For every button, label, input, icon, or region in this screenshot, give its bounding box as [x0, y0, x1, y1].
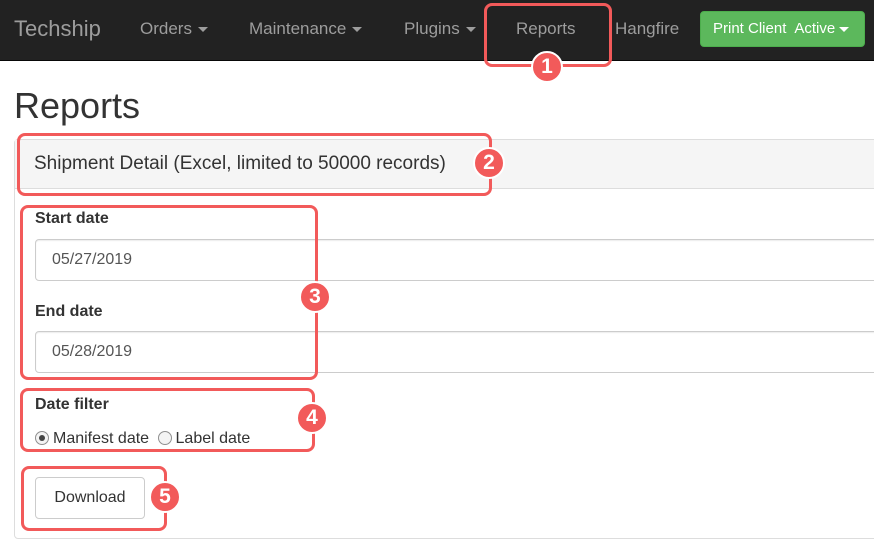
- nav-orders[interactable]: Orders: [140, 19, 208, 39]
- nav-hangfire-label: Hangfire: [615, 19, 680, 38]
- chevron-down-icon: [197, 27, 208, 33]
- chevron-down-icon: [352, 27, 363, 33]
- chevron-down-icon: [839, 26, 850, 32]
- chevron-down-icon: [465, 27, 476, 33]
- page-title: Reports: [14, 85, 141, 126]
- nav-maintenance-label: Maintenance: [249, 19, 347, 38]
- print-client-button[interactable]: Print Client Active: [700, 11, 865, 47]
- annotation-badge-3: 3: [299, 281, 331, 313]
- annotation-badge-1: 1: [531, 51, 563, 83]
- annotation-box-5: [21, 466, 167, 531]
- nav-plugins[interactable]: Plugins: [404, 19, 476, 39]
- nav-plugins-label: Plugins: [404, 19, 460, 38]
- annotation-box-3: [20, 205, 318, 380]
- nav-orders-label: Orders: [140, 19, 192, 38]
- annotation-badge-2: 2: [473, 147, 505, 179]
- annotation-badge-5: 5: [149, 481, 181, 513]
- top-navbar: Techship Orders Maintenance Plugins Repo…: [0, 0, 874, 61]
- annotation-box-4: [20, 388, 315, 452]
- nav-hangfire[interactable]: Hangfire: [615, 19, 679, 39]
- nav-maintenance[interactable]: Maintenance: [249, 19, 363, 39]
- annotation-badge-4: 4: [296, 402, 328, 434]
- annotation-box-2: [17, 133, 492, 196]
- print-client-status: Active: [794, 20, 836, 37]
- print-client-label: Print Client: [713, 20, 787, 37]
- brand-logo[interactable]: Techship: [14, 15, 101, 43]
